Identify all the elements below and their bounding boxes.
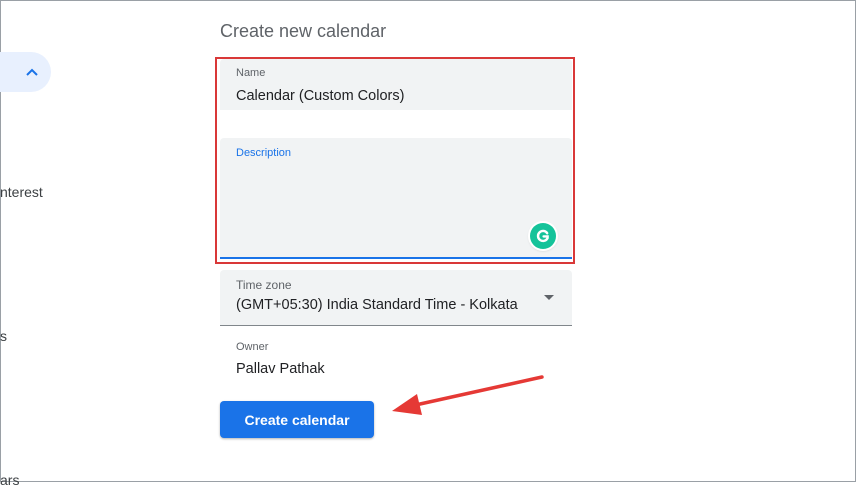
page-title: Create new calendar [220, 21, 387, 41]
sidebar-item-label[interactable]: nterest [0, 184, 43, 200]
sidebar-item-label[interactable]: ars [0, 472, 19, 488]
chevron-up-icon [26, 68, 38, 76]
grammarly-icon[interactable] [530, 223, 556, 249]
owner-value: Pallav Pathak [236, 361, 325, 377]
sidebar-item-label[interactable]: s [0, 328, 7, 344]
description-label: Description [236, 147, 292, 159]
timezone-select[interactable]: Time zone (GMT+05:30) India Standard Tim… [220, 270, 572, 326]
timezone-label: Time zone [236, 278, 292, 292]
description-field[interactable]: Description [220, 138, 572, 259]
name-field[interactable]: Name Calendar (Custom Colors) [220, 59, 572, 110]
timezone-value: (GMT+05:30) India Standard Time - Kolkat… [236, 297, 518, 313]
create-calendar-button[interactable]: Create calendar [220, 401, 374, 438]
name-label: Name [236, 67, 266, 79]
dropdown-arrow-icon [544, 295, 554, 300]
annotation-arrow-icon [392, 375, 544, 415]
sidebar-collapse-toggle[interactable] [0, 52, 51, 92]
owner-label: Owner [236, 341, 269, 353]
name-input[interactable]: Calendar (Custom Colors) [236, 88, 404, 104]
